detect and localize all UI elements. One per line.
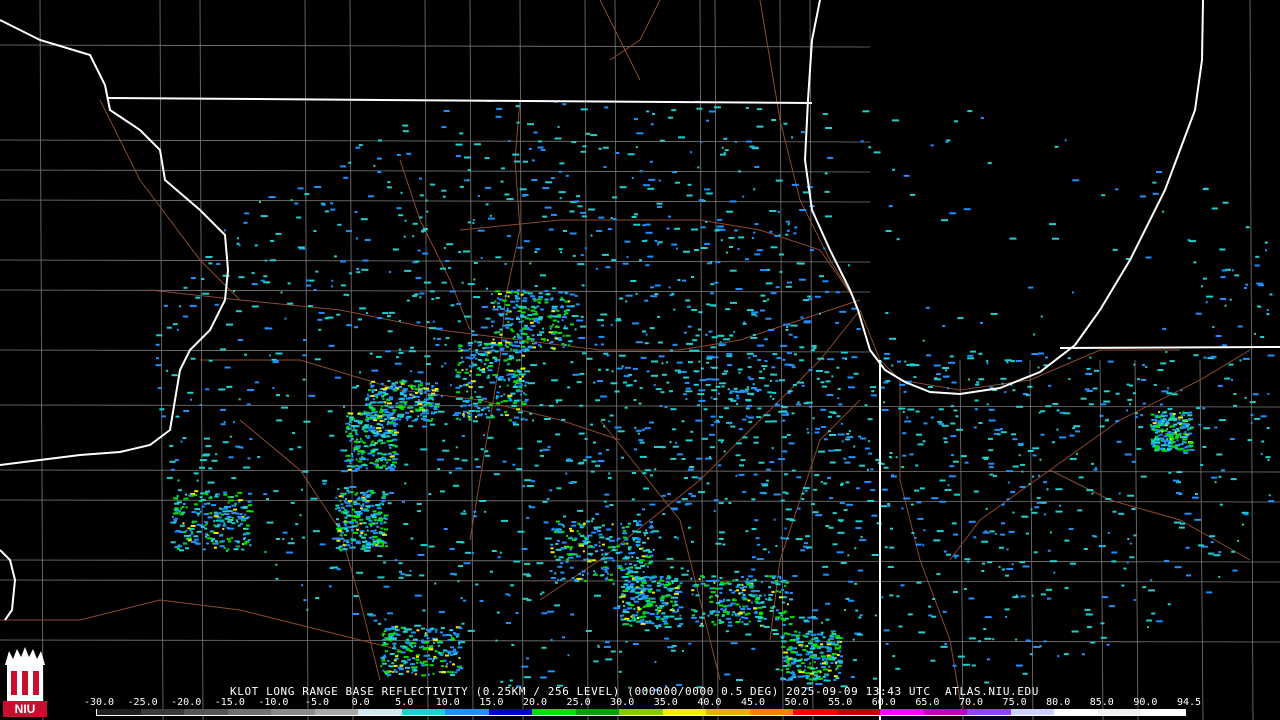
scale-label: 15.0 <box>479 697 504 708</box>
reflectivity-colorbar <box>96 709 1186 716</box>
reflectivity-scale-labels: -30.0 -25.0 -20.0 -15.0 -10.0 -5.0 0.0 5.0 10.0 1… <box>84 697 1201 709</box>
colorbar-segment <box>97 709 141 715</box>
niu-logo: NIU <box>3 647 47 717</box>
colorbar-segment <box>140 709 185 715</box>
scale-label: 10.0 <box>435 697 460 708</box>
scale-label: 0.0 <box>351 697 370 708</box>
radar-map <box>0 0 1280 720</box>
scale-label: 25.0 <box>566 697 591 708</box>
scale-label: 75.0 <box>1002 697 1027 708</box>
colorbar-segment <box>1097 709 1142 715</box>
colorbar-segment <box>1141 709 1185 715</box>
colorbar-segment <box>706 709 750 715</box>
scale-label: 50.0 <box>784 697 809 708</box>
scale-label: -25.0 <box>127 697 158 708</box>
scale-label: -30.0 <box>83 697 115 708</box>
colorbar-segment <box>662 709 707 715</box>
scale-label: 90.0 <box>1133 697 1158 708</box>
scale-label: 94.5 <box>1176 697 1202 708</box>
colorbar-segment <box>967 709 1011 715</box>
colorbar-segment <box>923 709 968 715</box>
colorbar-segment <box>227 709 272 715</box>
scale-label: 60.0 <box>871 697 896 708</box>
colorbar-segment <box>532 709 576 715</box>
scale-label: -10.0 <box>258 697 289 708</box>
scale-label: 70.0 <box>958 697 984 708</box>
colorbar-segment <box>184 709 228 715</box>
scale-label: -5.0 <box>304 697 330 708</box>
scale-label: 5.0 <box>395 697 414 708</box>
colorbar-segment <box>271 709 315 715</box>
scale-label: 45.0 <box>740 697 766 708</box>
svg-text:NIU: NIU <box>15 702 36 716</box>
scale-label: 55.0 <box>828 697 853 708</box>
indiana-michigan-border <box>1059 346 1280 349</box>
colorbar-segment <box>793 709 837 715</box>
scale-label: 40.0 <box>697 697 722 708</box>
colorbar-segment <box>1010 709 1055 715</box>
colorbar-segment <box>619 709 663 715</box>
scale-label: 80.0 <box>1046 697 1071 708</box>
scale-label: 35.0 <box>653 697 678 708</box>
scale-label: 65.0 <box>915 697 940 708</box>
colorbar-segment <box>488 709 533 715</box>
colorbar-segment <box>749 709 794 715</box>
scale-label: 30.0 <box>610 697 635 708</box>
scale-label: -20.0 <box>171 697 202 708</box>
colorbar-segment <box>401 709 446 715</box>
colorbar-segment <box>575 709 620 715</box>
colorbar-segment <box>880 709 924 715</box>
colorbar-segment <box>358 709 402 715</box>
colorbar-segment <box>445 709 489 715</box>
scale-label: 20.0 <box>522 697 548 708</box>
scale-label: -15.0 <box>214 697 245 708</box>
colorbar-segment <box>314 709 359 715</box>
scale-label: 85.0 <box>1089 697 1114 708</box>
colorbar-segment <box>836 709 881 715</box>
colorbar-segment <box>1054 709 1098 715</box>
